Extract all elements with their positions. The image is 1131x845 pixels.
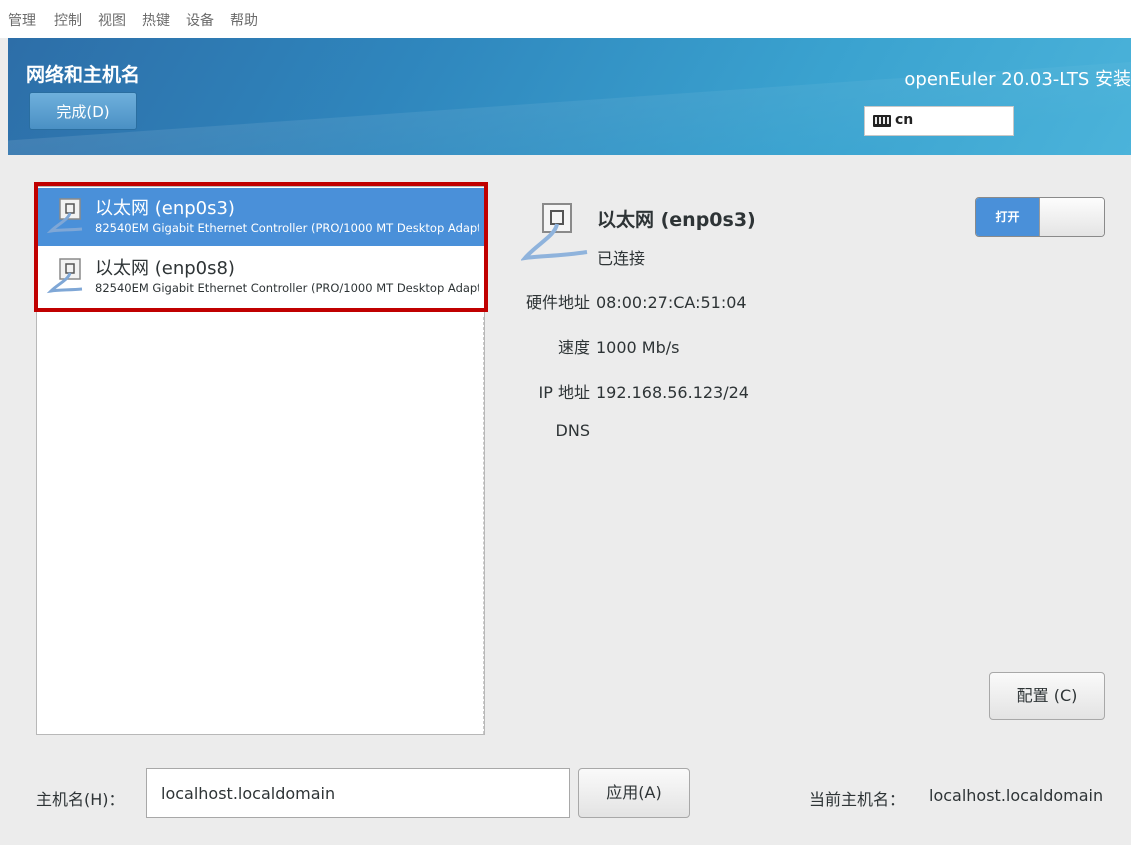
connection-status: 已连接 <box>597 249 646 268</box>
keyboard-layout-label: cn <box>895 112 914 128</box>
device-row-enp0s3[interactable]: 以太网 (enp0s3) 82540EM Gigabit Ethernet Co… <box>38 188 484 246</box>
hostname-input[interactable] <box>146 768 570 818</box>
menu-bar: 管理 控制 视图 热键 设备 帮助 <box>0 0 1131 38</box>
device-row-enp0s8[interactable]: 以太网 (enp0s8) 82540EM Gigabit Ethernet Co… <box>38 248 484 306</box>
connection-toggle[interactable]: 打开 <box>975 197 1105 237</box>
current-hostname-label: 当前主机名： <box>809 790 906 809</box>
ethernet-icon <box>46 198 83 234</box>
device-description: 82540EM Gigabit Ethernet Controller (PRO… <box>95 281 479 295</box>
ip-address-row: IP 地址 192.168.56.123/24 <box>508 379 749 403</box>
menu-manage[interactable]: 管理 <box>8 10 36 30</box>
ethernet-icon <box>46 258 83 294</box>
ethernet-icon <box>521 203 588 261</box>
menu-hotkeys[interactable]: 热键 <box>142 10 170 30</box>
device-description: 82540EM Gigabit Ethernet Controller (PRO… <box>95 221 479 235</box>
apply-button[interactable]: 应用(A) <box>578 768 690 818</box>
ip-address-value: 192.168.56.123/24 <box>596 383 749 402</box>
hardware-address-label: 硬件地址 <box>525 293 590 312</box>
ip-address-label: IP 地址 <box>538 383 590 402</box>
hostname-label: 主机名(H)： <box>36 790 125 809</box>
menu-help[interactable]: 帮助 <box>230 10 258 30</box>
menu-control[interactable]: 控制 <box>54 10 82 30</box>
configure-button[interactable]: 配置 (C) <box>989 672 1105 720</box>
speed-value: 1000 Mb/s <box>596 338 680 357</box>
dns-row: DNS <box>508 421 596 440</box>
dns-label: DNS <box>555 421 590 440</box>
hardware-address-value: 08:00:27:CA:51:04 <box>596 293 747 312</box>
speed-row: 速度 1000 Mb/s <box>508 334 680 358</box>
device-name: 以太网 (enp0s3) <box>95 198 235 219</box>
menu-devices[interactable]: 设备 <box>186 10 214 30</box>
header-banner: 网络和主机名 完成(D) openEuler 20.03-LTS 安装 cn <box>8 38 1131 155</box>
toggle-on-label: 打开 <box>976 198 1039 236</box>
product-title: openEuler 20.03-LTS 安装 <box>904 69 1131 90</box>
current-hostname-value: localhost.localdomain <box>929 786 1104 805</box>
speed-label: 速度 <box>557 338 590 357</box>
keyboard-icon <box>873 115 891 127</box>
menu-view[interactable]: 视图 <box>98 10 126 30</box>
device-name: 以太网 (enp0s8) <box>95 258 235 279</box>
hardware-address-row: 硬件地址 08:00:27:CA:51:04 <box>508 289 747 313</box>
keyboard-layout-indicator[interactable]: cn <box>864 106 1014 136</box>
done-button[interactable]: 完成(D) <box>29 92 137 130</box>
toggle-knob[interactable] <box>1039 198 1104 236</box>
network-device-list: 以太网 (enp0s3) 82540EM Gigabit Ethernet Co… <box>36 186 485 735</box>
list-divider <box>483 317 484 734</box>
device-detail-name: 以太网 (enp0s3) <box>597 209 756 231</box>
page-title: 网络和主机名 <box>26 64 141 86</box>
